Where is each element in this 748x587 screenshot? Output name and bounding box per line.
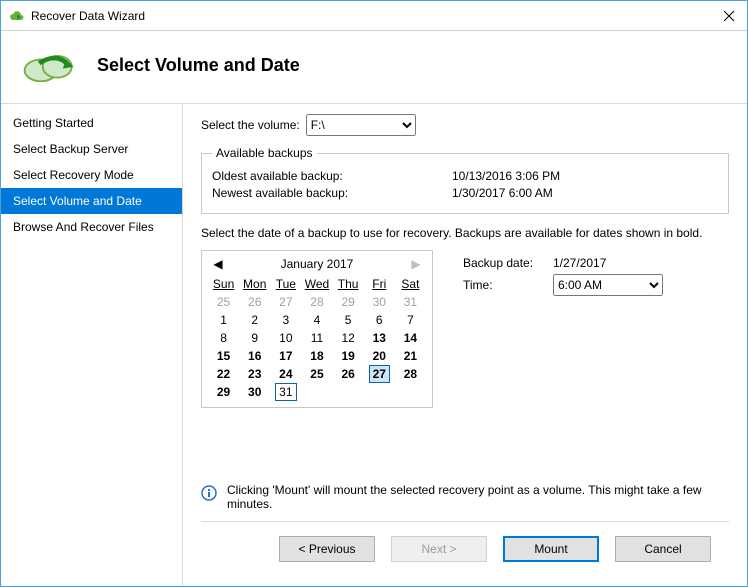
calendar-day[interactable]: 26	[239, 293, 270, 311]
wizard-footer: < Previous Next > Mount Cancel	[201, 521, 729, 576]
date-time-info: Backup date: 1/27/2017 Time: 6:00 AM	[463, 250, 663, 408]
wizard-header: Select Volume and Date	[1, 31, 747, 103]
calendar-day[interactable]: 25	[301, 365, 332, 383]
calendar-dow: Tue	[270, 275, 301, 293]
step-select-volume-and-date[interactable]: Select Volume and Date	[1, 188, 182, 214]
calendar-day[interactable]: 30	[364, 293, 395, 311]
step-browse-and-recover-files[interactable]: Browse And Recover Files	[1, 214, 182, 240]
app-icon	[9, 8, 25, 24]
previous-button[interactable]: < Previous	[279, 536, 375, 562]
close-button[interactable]	[717, 5, 741, 27]
calendar-day[interactable]: 16	[239, 347, 270, 365]
backup-date-label: Backup date:	[463, 256, 553, 270]
calendar-day[interactable]: 14	[395, 329, 426, 347]
calendar-day[interactable]: 4	[301, 311, 332, 329]
mount-note-text: Clicking 'Mount' will mount the selected…	[227, 483, 729, 511]
calendar-day[interactable]: 25	[208, 293, 239, 311]
volume-select[interactable]: F:\	[306, 114, 416, 136]
calendar-day[interactable]: 29	[208, 383, 239, 401]
newest-backup-value: 1/30/2017 6:00 AM	[452, 186, 553, 200]
wizard-steps-sidebar: Getting Started Select Backup Server Sel…	[1, 104, 183, 586]
calendar-day[interactable]: 9	[239, 329, 270, 347]
backup-date-value: 1/27/2017	[553, 256, 606, 270]
oldest-backup-label: Oldest available backup:	[212, 169, 452, 183]
time-select[interactable]: 6:00 AM	[553, 274, 663, 296]
wizard-body: Getting Started Select Backup Server Sel…	[1, 103, 747, 586]
calendar-month-label: January 2017	[281, 257, 354, 271]
calendar-day[interactable]: 11	[301, 329, 332, 347]
step-select-backup-server[interactable]: Select Backup Server	[1, 136, 182, 162]
calendar-day	[395, 383, 426, 401]
time-label: Time:	[463, 278, 553, 292]
calendar-day[interactable]: 30	[239, 383, 270, 401]
calendar-day[interactable]: 10	[270, 329, 301, 347]
calendar-day[interactable]: 15	[208, 347, 239, 365]
calendar-dow: Sat	[395, 275, 426, 293]
calendar-day	[333, 383, 364, 401]
calendar-day[interactable]: 21	[395, 347, 426, 365]
calendar-day[interactable]: 12	[333, 329, 364, 347]
instruction-text: Select the date of a backup to use for r…	[201, 226, 729, 240]
calendar-day[interactable]: 19	[333, 347, 364, 365]
mount-note: Clicking 'Mount' will mount the selected…	[201, 483, 729, 511]
cancel-button[interactable]: Cancel	[615, 536, 711, 562]
volume-label: Select the volume:	[201, 118, 300, 132]
calendar-day[interactable]: 23	[239, 365, 270, 383]
oldest-backup-value: 10/13/2016 3:06 PM	[452, 169, 560, 183]
wizard-main-panel: Select the volume: F:\ Available backups…	[183, 104, 747, 586]
calendar-day[interactable]: 3	[270, 311, 301, 329]
calendar-dow: Sun	[208, 275, 239, 293]
newest-backup-label: Newest available backup:	[212, 186, 452, 200]
titlebar: Recover Data Wizard	[1, 1, 747, 31]
next-button: Next >	[391, 536, 487, 562]
step-select-recovery-mode[interactable]: Select Recovery Mode	[1, 162, 182, 188]
window-title: Recover Data Wizard	[31, 9, 145, 23]
calendar-day[interactable]: 6	[364, 311, 395, 329]
close-icon	[723, 10, 735, 22]
calendar-day[interactable]: 28	[395, 365, 426, 383]
calendar-dow: Thu	[333, 275, 364, 293]
calendar-day[interactable]: 20	[364, 347, 395, 365]
step-getting-started[interactable]: Getting Started	[1, 110, 182, 136]
calendar-day[interactable]: 27	[270, 293, 301, 311]
available-backups-group: Available backups Oldest available backu…	[201, 146, 729, 214]
calendar-day[interactable]: 28	[301, 293, 332, 311]
wizard-title: Select Volume and Date	[97, 55, 300, 76]
calendar-day[interactable]: 22	[208, 365, 239, 383]
calendar-next-month[interactable]: ▶	[408, 257, 424, 271]
calendar-day[interactable]: 5	[333, 311, 364, 329]
calendar: ◀ January 2017 ▶ SunMonTueWedThuFriSat 2…	[201, 250, 433, 408]
cloud-logo-icon	[21, 45, 79, 85]
volume-row: Select the volume: F:\	[201, 114, 729, 136]
available-backups-legend: Available backups	[212, 146, 317, 160]
calendar-day[interactable]: 7	[395, 311, 426, 329]
recover-data-wizard-window: Recover Data Wizard Select Volume and Da…	[0, 0, 748, 587]
calendar-day[interactable]: 26	[333, 365, 364, 383]
calendar-day[interactable]: 1	[208, 311, 239, 329]
calendar-day[interactable]: 31	[270, 383, 301, 401]
calendar-day[interactable]: 8	[208, 329, 239, 347]
calendar-day[interactable]: 27	[364, 365, 395, 383]
date-selection-block: ◀ January 2017 ▶ SunMonTueWedThuFriSat 2…	[201, 250, 729, 408]
calendar-day[interactable]: 24	[270, 365, 301, 383]
calendar-prev-month[interactable]: ◀	[210, 257, 226, 271]
calendar-day	[301, 383, 332, 401]
calendar-grid: SunMonTueWedThuFriSat 252627282930311234…	[208, 275, 426, 401]
calendar-day[interactable]: 18	[301, 347, 332, 365]
calendar-day[interactable]: 17	[270, 347, 301, 365]
info-icon	[201, 485, 217, 501]
mount-button[interactable]: Mount	[503, 536, 599, 562]
calendar-day	[364, 383, 395, 401]
calendar-day[interactable]: 2	[239, 311, 270, 329]
calendar-dow: Wed	[301, 275, 332, 293]
calendar-dow: Fri	[364, 275, 395, 293]
calendar-day[interactable]: 31	[395, 293, 426, 311]
calendar-day[interactable]: 13	[364, 329, 395, 347]
calendar-day[interactable]: 29	[333, 293, 364, 311]
calendar-dow: Mon	[239, 275, 270, 293]
